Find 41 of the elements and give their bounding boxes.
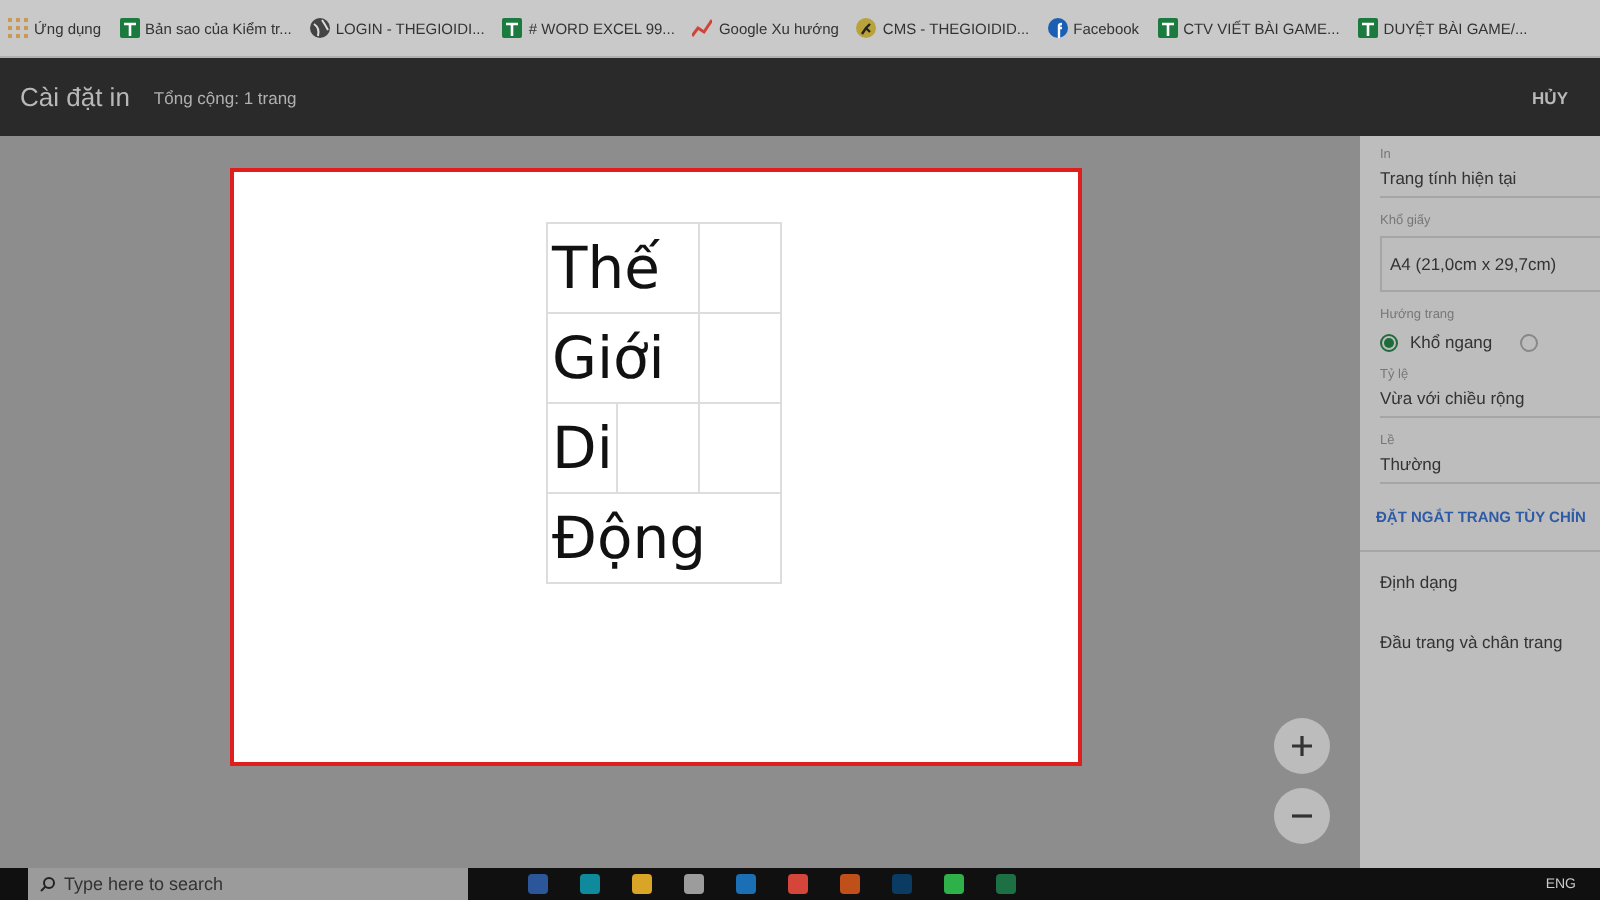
app-icon[interactable] [840, 874, 860, 894]
zoom-out-button[interactable] [1274, 788, 1330, 844]
app-icon[interactable] [684, 874, 704, 894]
table-cell [699, 313, 782, 403]
table-cell: Giới [547, 313, 700, 403]
plus-icon [1290, 734, 1314, 758]
search-field[interactable]: Type here to search [28, 868, 468, 900]
app-icon[interactable] [944, 874, 964, 894]
print-select[interactable]: Trang tính hiện tại [1380, 162, 1600, 198]
spreadsheet-icon [1157, 18, 1178, 38]
scale-select[interactable]: Vừa với chiều rộng [1380, 382, 1600, 418]
margins-select[interactable]: Thường [1380, 448, 1600, 484]
cancel-button[interactable]: HỦY [1520, 85, 1580, 109]
search-icon [40, 876, 56, 892]
section-header[interactable]: Định dạng [1360, 550, 1600, 612]
table-cell: Động [547, 493, 782, 583]
orientation-radio[interactable] [1520, 333, 1539, 351]
table-cell [617, 403, 700, 493]
spreadsheet-icon [119, 18, 140, 38]
dialog-title: Cài đặt in [20, 82, 130, 112]
app-icon[interactable] [632, 874, 652, 894]
app-icon[interactable] [736, 874, 756, 894]
page-count: Tổng cộng: 1 trang [153, 87, 297, 107]
table-cell: Thế [547, 223, 700, 313]
spreadsheet-icon [1357, 18, 1378, 38]
app-icon[interactable] [788, 874, 808, 894]
grid-icon [8, 18, 28, 38]
app-icon[interactable] [528, 874, 548, 894]
trend-icon [692, 18, 713, 38]
section-header[interactable]: Đầu trang và chân trang [1380, 612, 1600, 672]
paper-size-select[interactable]: A4 (21,0cm x 29,7cm) [1380, 236, 1600, 292]
table-cell [699, 403, 782, 493]
app-icon[interactable] [580, 874, 600, 894]
globe-icon [309, 18, 330, 38]
orientation-radio[interactable]: Khổ ngang [1380, 332, 1493, 352]
spreadsheet-icon [502, 18, 523, 38]
table-cell: Di [547, 403, 618, 493]
zoom-in-button[interactable] [1274, 718, 1330, 774]
app-icon[interactable] [996, 874, 1016, 894]
facebook-icon [1047, 18, 1068, 38]
table-cell [699, 223, 782, 313]
